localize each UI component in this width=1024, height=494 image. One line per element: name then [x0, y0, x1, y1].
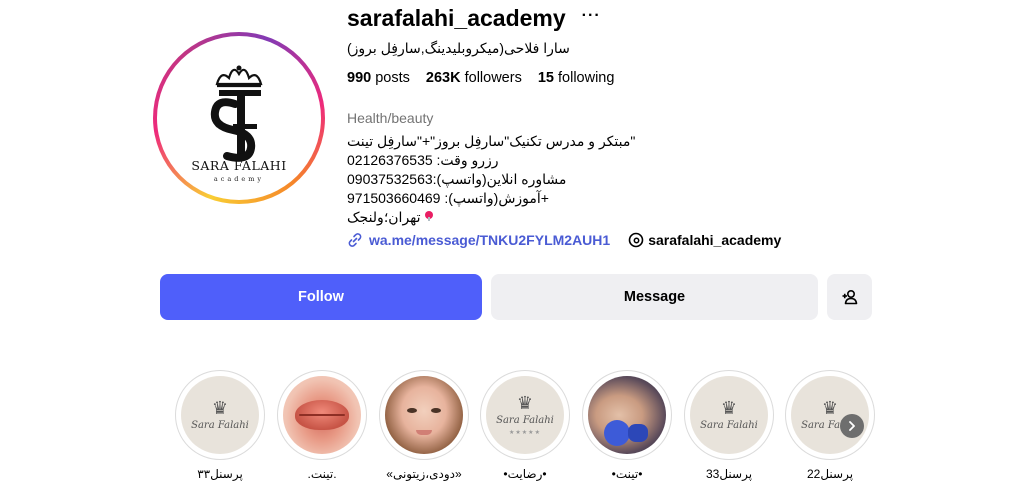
stars-icon: ★★★★★: [509, 429, 541, 436]
face-mouth: [416, 430, 432, 435]
face-eye: [407, 408, 417, 413]
bio-line: مشاوره انلاین(واتسپ):09037532563: [347, 171, 567, 187]
username-row: sarafalahi_academy ···: [347, 4, 601, 32]
highlight-ring: ♛ Sara Falahi: [684, 370, 774, 460]
following-label: following: [558, 70, 615, 86]
threads-handle: sarafalahi_academy: [648, 232, 782, 248]
highlight-ring: ♛ Sara Falahi: [175, 370, 265, 460]
following-stat[interactable]: 15 following: [538, 70, 615, 86]
next-highlights-button[interactable]: [840, 414, 864, 438]
highlight-ring: [277, 370, 367, 460]
crown-logo-icon: ♛: [821, 397, 839, 419]
profile-stats: 990 posts 263K followers 15 following: [347, 70, 614, 86]
crown-logo-icon: ♛: [516, 392, 534, 414]
avatar-brand-sub: academy: [213, 175, 265, 183]
suggested-users-button[interactable]: [827, 274, 872, 320]
story-highlight[interactable]: «دودی،زیتونی»: [379, 370, 469, 481]
highlight-label: •تینت•: [611, 467, 643, 481]
highlight-cover-face: [385, 376, 463, 454]
highlight-label: پرسنل۳۳: [197, 467, 243, 481]
highlight-ring: [582, 370, 672, 460]
threads-link[interactable]: sarafalahi_academy: [628, 232, 781, 248]
profile-bio: مبتکر و مدرس تکنیک"سارفِل بروز"+"سارفِل …: [347, 132, 635, 227]
story-highlight[interactable]: ♛ Sara Falahi ★★★★★ •رضایت•: [480, 370, 570, 481]
following-count: 15: [537, 70, 554, 86]
story-highlight[interactable]: .تینت.: [277, 370, 367, 481]
highlight-cover-lips: [283, 376, 361, 454]
highlight-ring: ♛ Sara Falahi: [785, 370, 875, 460]
full-name: سارا فلاحی(میکروبلیدینگ,سارفِل بروز): [347, 40, 570, 56]
profile-avatar[interactable]: SARA FALAHI academy: [153, 32, 325, 204]
glove-image: [604, 420, 630, 446]
highlight-label: پرسنل33: [705, 467, 753, 481]
highlight-cover-logo: ♛ Sara Falahi ★★★★★: [486, 376, 564, 454]
face-eye: [431, 408, 441, 413]
crown-logo-icon: ♛: [720, 397, 738, 419]
bio-line: مبتکر و مدرس تکنیک"سارفِل بروز"+"سارفِل …: [347, 133, 636, 149]
username: sarafalahi_academy: [347, 4, 566, 31]
followers-stat[interactable]: 263K followers: [426, 70, 522, 86]
highlight-ring: [379, 370, 469, 460]
link-icon: [348, 233, 362, 247]
highlight-cover-logo: ♛ Sara Falahi: [690, 376, 768, 454]
highlight-cover-procedure: [588, 376, 666, 454]
location-text: تهران؛ولنجک: [347, 209, 421, 225]
bio-line-location: تهران؛ولنجک: [347, 208, 635, 227]
avatar-inner: SARA FALAHI academy: [157, 36, 321, 200]
highlight-label: •رضایت•: [503, 467, 547, 481]
glove-image: [628, 424, 648, 442]
posts-stat: 990 posts: [347, 70, 410, 86]
script-logo-icon: Sara Falahi: [496, 414, 554, 426]
script-logo-icon: Sara Falahi: [700, 419, 758, 431]
highlight-label: «دودی،زیتونی»: [386, 467, 462, 481]
story-highlight[interactable]: ♛ Sara Falahi پرسنل۳۳: [175, 370, 265, 481]
highlight-cover-logo: ♛ Sara Falahi: [181, 376, 259, 454]
story-highlight[interactable]: •تینت•: [582, 370, 672, 481]
avatar-brand-name: SARA FALAHI: [191, 158, 287, 173]
add-user-icon: [842, 289, 857, 305]
links-row: wa.me/message/TNKU2FYLM2AUH1 sarafalahi_…: [347, 231, 781, 249]
highlight-ring: ♛ Sara Falahi ★★★★★: [480, 370, 570, 460]
avatar-logo: SARA FALAHI academy: [161, 40, 317, 196]
posts-label: posts: [375, 70, 410, 86]
profile-category: Health/beauty: [347, 110, 434, 126]
bio-link-text: wa.me/message/TNKU2FYLM2AUH1: [369, 232, 611, 248]
bio-link[interactable]: wa.me/message/TNKU2FYLM2AUH1: [347, 232, 610, 248]
threads-icon: [628, 232, 644, 248]
message-button[interactable]: Message: [491, 274, 818, 320]
lips-line: [299, 414, 345, 416]
bio-line: آموزش(واتسپ): 971503660469+: [347, 190, 549, 206]
story-highlight[interactable]: ♛ Sara Falahi پرسنل33: [684, 370, 774, 481]
posts-count: 990: [347, 70, 372, 86]
follow-button[interactable]: Follow: [160, 274, 482, 320]
followers-count: 263K: [425, 70, 461, 86]
bio-line: رزرو وقت: 02126376535: [347, 152, 499, 168]
pin-icon: [424, 211, 433, 221]
crown-logo-icon: ♛: [211, 397, 229, 419]
chevron-right-icon: [849, 421, 855, 431]
script-logo-icon: Sara Falahi: [191, 419, 249, 431]
highlight-label: .تینت.: [307, 467, 337, 481]
highlight-label: پرسنل22: [806, 467, 854, 481]
more-options-button[interactable]: ···: [582, 7, 601, 25]
followers-label: followers: [464, 70, 522, 86]
